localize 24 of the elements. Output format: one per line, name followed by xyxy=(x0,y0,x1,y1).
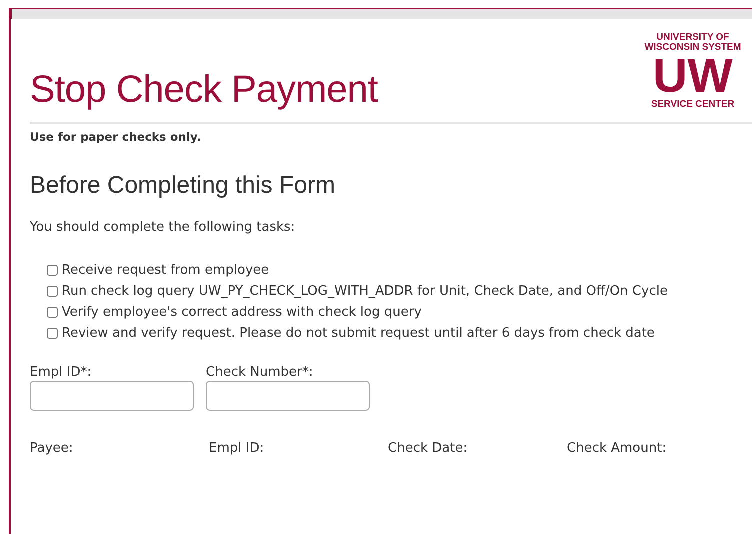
section-heading: Before Completing this Form xyxy=(30,172,336,200)
task-label: Verify employee's correct address with check log query xyxy=(62,305,422,320)
field-label: Check Number*: xyxy=(206,365,314,380)
logo-text: UNIVERSITY OF xyxy=(656,33,730,43)
logo-text: WISCONSIN SYSTEM xyxy=(644,43,742,54)
task-label: Run check log query UW_PY_CHECK_LOG_WITH_ADDR for Unit, Check Date, and Off/On Cycle xyxy=(62,284,668,299)
info-label: Check Amount: xyxy=(567,441,668,456)
input-field[interactable] xyxy=(206,381,370,411)
task-checkbox[interactable] xyxy=(47,328,58,339)
info-label: Empl ID: xyxy=(209,441,266,456)
logo-mark: UW xyxy=(653,54,733,100)
note-text: Use for paper checks only. xyxy=(30,130,202,144)
logo-text: SERVICE CENTER xyxy=(651,100,735,110)
task-checkbox[interactable] xyxy=(47,286,58,297)
input-field[interactable] xyxy=(30,381,194,411)
field-label: Empl ID*: xyxy=(30,365,93,380)
task-checkbox[interactable] xyxy=(47,265,58,276)
task-label: Review and verify request. Please do not submit request until after 6 days from check date xyxy=(62,326,655,341)
info-label: Payee: xyxy=(30,441,74,456)
intro-text: You should complete the following tasks: xyxy=(30,220,296,235)
page-title: Stop Check Payment xyxy=(30,69,378,112)
task-label: Receive request from employee xyxy=(62,263,270,278)
info-label: Check Date: xyxy=(388,441,469,456)
task-checkbox[interactable] xyxy=(47,307,58,318)
